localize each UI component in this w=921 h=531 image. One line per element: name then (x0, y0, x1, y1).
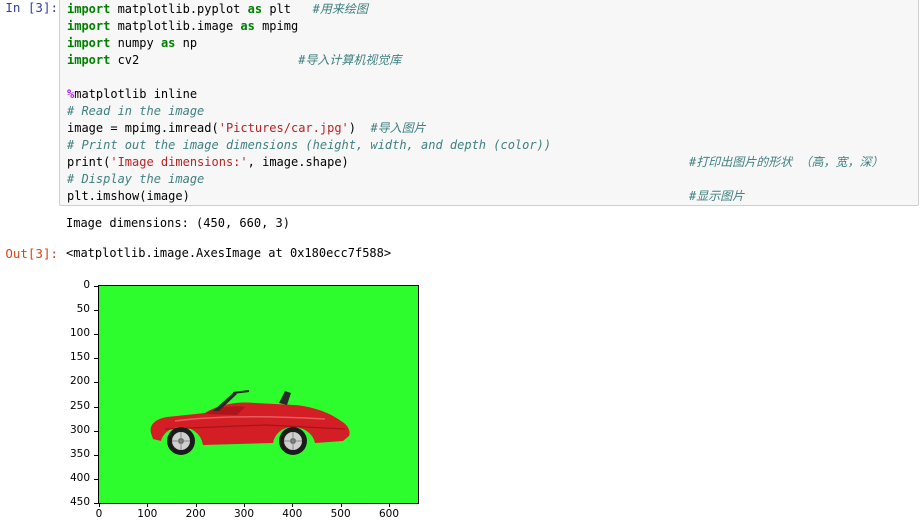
code-comment: #用来绘图 (312, 2, 368, 16)
y-tick (94, 310, 98, 312)
code-line: import matplotlib.pyplot as plt #用来绘图 (67, 1, 918, 18)
y-tick-label: 250 (69, 399, 90, 412)
x-tick-label: 100 (137, 508, 158, 520)
code-line: plt.imshow(image) #显示图片 (67, 188, 918, 205)
y-tick-label: 100 (69, 327, 90, 340)
code-text: ) (348, 121, 371, 135)
code-comment: #导入计算机视觉库 (298, 53, 402, 67)
code-line: image = mpimg.imread('Pictures/car.jpg')… (67, 120, 918, 137)
code-text: numpy (110, 36, 161, 50)
y-tick (94, 334, 98, 336)
code-text: plt.imshow(image) (67, 189, 190, 203)
x-tick-label: 500 (330, 508, 351, 520)
code-comment: #导入图片 (370, 121, 426, 135)
output-repr: <matplotlib.image.AxesImage at 0x180ecc7… (66, 246, 392, 260)
y-tick-label: 50 (76, 303, 90, 316)
code-comment: #打印出图片的形状 （高，宽，深） (689, 155, 884, 169)
code-line: # Read in the image (67, 103, 918, 120)
axes-image (98, 285, 419, 504)
x-tick-label: 0 (95, 508, 103, 520)
code-line: print('Image dimensions:', image.shape) #… (67, 154, 918, 171)
x-tick (195, 503, 197, 507)
code-string: 'Image dimensions:' (110, 155, 248, 169)
x-tick (340, 503, 342, 507)
code-line: # Display the image (67, 171, 918, 188)
code-keyword: import (67, 19, 111, 33)
code-keyword: as (240, 19, 255, 33)
code-line: import matplotlib.image as mpimg (67, 18, 918, 35)
code-comment: # Print out the image dimensions (height… (67, 138, 552, 152)
x-tick-label: 600 (378, 508, 400, 520)
y-tick (94, 478, 98, 480)
y-tick (94, 358, 98, 360)
code-line: import numpy as np (67, 35, 918, 52)
code-line: import cv2 #导入计算机视觉库 (67, 52, 918, 69)
y-tick-label: 150 (69, 351, 90, 364)
y-tick-label: 350 (69, 447, 90, 460)
y-tick-label: 300 (69, 423, 90, 436)
code-cell-input[interactable]: import matplotlib.pyplot as plt #用来绘图 imp… (59, 0, 919, 206)
code-keyword: as (160, 36, 176, 50)
code-comment: #显示图片 (689, 189, 745, 203)
code-text: mpimg (254, 19, 299, 33)
code-text: cv2 (110, 53, 299, 67)
code-text: np (175, 36, 198, 50)
code-line: %matplotlib inline (67, 86, 918, 103)
y-tick (94, 382, 98, 384)
code-text: matplotlib inline (74, 87, 198, 101)
y-tick (94, 454, 98, 456)
code-keyword: import (67, 53, 111, 67)
y-tick-label: 0 (83, 279, 90, 291)
code-text: plt (262, 2, 313, 16)
x-tick-label: 400 (282, 508, 303, 520)
code-keyword: import (67, 36, 111, 50)
code-text: image = mpimg.imread( (67, 121, 219, 135)
code-comment: # Read in the image (67, 104, 205, 118)
y-tick (94, 430, 98, 432)
x-tick (99, 503, 100, 507)
y-tick (94, 503, 98, 504)
x-tick (147, 503, 149, 507)
y-tick-label: 400 (69, 471, 90, 484)
code-text: print( (67, 155, 111, 169)
code-editor[interactable]: import matplotlib.pyplot as plt #用来绘图 imp… (67, 1, 918, 205)
y-tick (94, 286, 98, 287)
code-text: matplotlib.image (110, 19, 241, 33)
code-keyword: import (67, 2, 111, 16)
code-keyword: as (247, 2, 263, 16)
x-tick-label: 200 (185, 508, 206, 520)
x-tick (292, 503, 294, 507)
code-comment: # Display the image (67, 172, 205, 186)
output-prompt: Out[3]: (5, 246, 58, 261)
car-image (150, 390, 350, 455)
x-tick (244, 503, 245, 507)
y-tick (94, 406, 98, 408)
code-string: 'Pictures/car.jpg' (218, 121, 349, 135)
code-text: , image.shape) (247, 155, 349, 169)
imshow-plot: 0 50 100 150 200 250 300 350 400 450 0 100 200 300 400… (64, 275, 434, 531)
x-tick-label: 300 (233, 508, 255, 520)
x-tick (389, 503, 390, 507)
y-tick-label: 200 (69, 375, 90, 388)
code-text: matplotlib.pyplot (110, 2, 248, 16)
stdout-output: Image dimensions: (450, 660, 3) (66, 216, 290, 230)
code-line: # Print out the image dimensions (height… (67, 137, 918, 154)
y-tick-label: 450 (69, 496, 90, 508)
input-prompt: In [3]: (5, 0, 58, 15)
